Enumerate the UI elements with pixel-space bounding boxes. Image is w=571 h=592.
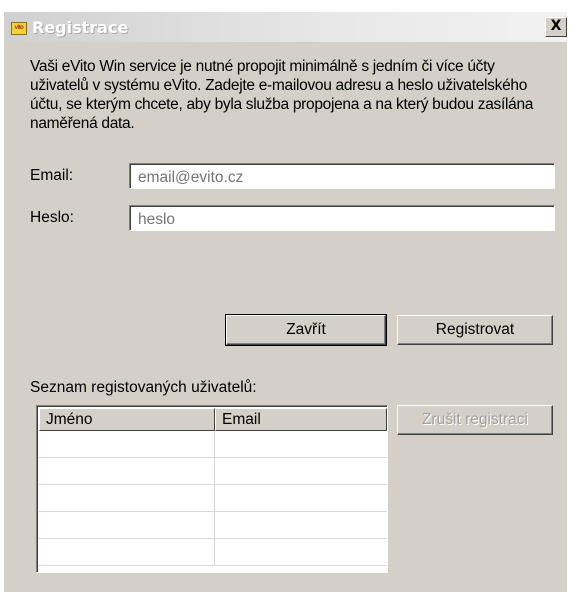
email-label: Email:: [30, 167, 74, 184]
table-row[interactable]: [39, 458, 387, 485]
app-icon: vito: [11, 22, 27, 35]
email-cell: [215, 431, 387, 457]
users-list[interactable]: Jméno Email: [36, 405, 388, 573]
password-label: Heslo:: [30, 209, 74, 226]
email-cell: [215, 458, 387, 484]
users-list-label: Seznam registovaných uživatelů:: [30, 379, 257, 396]
title-bar[interactable]: vito Registrace X: [4, 12, 567, 42]
register-button[interactable]: Registrovat: [397, 315, 553, 345]
table-row[interactable]: [39, 431, 387, 458]
name-cell: [39, 512, 215, 538]
column-header-email[interactable]: Email: [215, 408, 387, 431]
email-cell: [215, 539, 387, 565]
window-title: Registrace: [32, 18, 129, 37]
name-cell: [39, 431, 215, 457]
name-cell: [39, 485, 215, 511]
table-row[interactable]: [39, 539, 387, 566]
users-list-header: Jméno Email: [39, 408, 387, 431]
table-row[interactable]: [39, 512, 387, 539]
email-field[interactable]: [129, 163, 555, 189]
name-cell: [39, 539, 215, 565]
intro-text: Vaši eVito Win service je nutné propojit…: [30, 58, 534, 132]
email-cell: [215, 512, 387, 538]
unregister-button[interactable]: Zrušit registraci: [397, 405, 553, 435]
users-list-rows: [39, 431, 387, 572]
table-row[interactable]: [39, 485, 387, 512]
registration-dialog: vito Registrace X Vaši eVito Win service…: [4, 12, 567, 592]
email-cell: [215, 485, 387, 511]
column-header-name[interactable]: Jméno: [39, 408, 215, 431]
close-button[interactable]: Zavřít: [225, 314, 387, 346]
close-icon[interactable]: X: [545, 17, 567, 37]
name-cell: [39, 458, 215, 484]
password-field[interactable]: [129, 205, 555, 231]
